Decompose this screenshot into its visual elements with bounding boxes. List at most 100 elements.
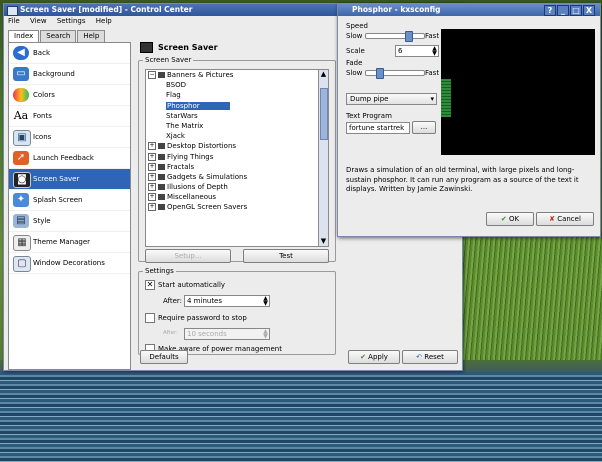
combo-arrow-icon: ▾ xyxy=(430,95,434,103)
scale-spinbox[interactable]: 6 ▲ ▼ xyxy=(395,45,439,57)
tree-category[interactable]: + Miscellaneous xyxy=(146,192,328,202)
dialog-title: Phosphor - kxsconfig xyxy=(352,5,441,14)
tree-item-label: Flag xyxy=(166,91,181,100)
dialog-titlebar[interactable]: Phosphor - kxsconfig ? _ □ X xyxy=(338,4,600,16)
after-spinbox[interactable]: 4 minutes ▲ ▼ xyxy=(184,295,270,307)
sidebar-item-splash-screen[interactable]: ✦ Splash Screen xyxy=(9,190,130,211)
mode-value: Dump pipe xyxy=(350,95,389,103)
defaults-button[interactable]: Defaults xyxy=(140,350,188,364)
text-program-input[interactable]: fortune startrek xyxy=(346,122,410,134)
tree-expander-icon[interactable]: − xyxy=(148,71,156,79)
tree-item[interactable]: StarWars xyxy=(146,111,328,121)
tree-item[interactable]: Phosphor xyxy=(146,101,328,111)
scroll-up-icon[interactable]: ▲ xyxy=(319,70,328,79)
scroll-down-icon[interactable]: ▼ xyxy=(319,237,328,246)
tree-item[interactable]: Flag xyxy=(146,90,328,100)
sidebar-item-label: Launch Feedback xyxy=(33,154,94,162)
tree-item[interactable]: The Matrix xyxy=(146,121,328,131)
after2-spinbox[interactable]: 10 seconds ▲ ▼ xyxy=(184,328,270,340)
speed-slider[interactable] xyxy=(365,31,425,42)
settings-group-label: Settings xyxy=(143,267,176,275)
saver-tree[interactable]: − Banners & Pictures BSOD Flag Phosphor StarW… xyxy=(145,69,329,247)
tab-help[interactable]: Help xyxy=(77,30,106,42)
tree-expander-icon[interactable]: + xyxy=(148,172,156,181)
tree-item-label: OpenGL Screen Savers xyxy=(167,203,248,212)
tree-category[interactable]: + OpenGL Screen Savers xyxy=(146,202,328,212)
tab-search[interactable]: Search xyxy=(40,30,77,42)
sidebar-item-theme-manager[interactable]: ▦ Theme Manager xyxy=(9,232,130,253)
tree-expander-icon[interactable]: + xyxy=(148,152,156,161)
fade-slider-knob[interactable] xyxy=(376,68,384,79)
tree-category[interactable]: + Flying Things xyxy=(146,152,328,162)
menu-help[interactable]: Help xyxy=(96,17,112,25)
sidebar-item-style[interactable]: ▤ Style xyxy=(9,211,130,232)
tree-item[interactable]: Xjack xyxy=(146,131,328,141)
tab-index[interactable]: Index xyxy=(8,30,40,42)
speed-slow-label: Slow xyxy=(346,32,363,40)
sidebar-item-colors[interactable]: Colors xyxy=(9,85,130,106)
menu-settings[interactable]: Settings xyxy=(57,17,86,25)
start-automatically-checkbox[interactable]: ✕ xyxy=(145,280,155,290)
tree-expander-icon[interactable]: + xyxy=(148,162,156,171)
screensaver-preview xyxy=(441,29,595,155)
apply-button[interactable]: ✔ Apply xyxy=(348,350,400,364)
minimize-button[interactable]: _ xyxy=(557,5,569,16)
ok-button[interactable]: ✔ OK xyxy=(486,212,534,226)
sidebar-item-fonts[interactable]: Aa Fonts xyxy=(9,106,130,127)
scroll-thumb[interactable] xyxy=(320,88,328,140)
maximize-button[interactable]: □ xyxy=(570,5,582,16)
menu-view[interactable]: View xyxy=(30,17,47,25)
reset-button[interactable]: ↶ Reset xyxy=(402,350,458,364)
tree-category[interactable]: + Illusions of Depth xyxy=(146,182,328,192)
spin-arrows-icon[interactable]: ▲ ▼ xyxy=(262,329,269,340)
mode-combo[interactable]: Dump pipe ▾ xyxy=(346,93,437,105)
folder-icon xyxy=(158,153,165,160)
speed-fast-label: Fast xyxy=(425,32,440,40)
sidebar-item-window-decorations[interactable]: ▢ Window Decorations xyxy=(9,253,130,274)
require-password-checkbox[interactable] xyxy=(145,313,155,323)
sidebar-item-label: Window Decorations xyxy=(33,259,105,267)
sidebar-item-label: Theme Manager xyxy=(33,238,91,246)
spin-arrows-icon[interactable]: ▲ ▼ xyxy=(431,46,438,57)
sidebar-item-launch-feedback[interactable]: ➚ Launch Feedback xyxy=(9,148,130,169)
after-value: 4 minutes xyxy=(187,297,223,305)
tree-item-label: Flying Things xyxy=(167,152,214,161)
cancel-button[interactable]: ✘ Cancel xyxy=(536,212,594,226)
help-title-button[interactable]: ? xyxy=(544,5,556,16)
tree-category[interactable]: − Banners & Pictures xyxy=(146,70,328,80)
tree-scrollbar[interactable]: ▲ ▼ xyxy=(318,70,328,246)
sidebar-item-screen-saver[interactable]: ◙ Screen Saver xyxy=(9,169,130,190)
setup-button[interactable]: Setup... xyxy=(145,249,231,263)
tree-item[interactable]: BSOD xyxy=(146,80,328,90)
cancel-label: Cancel xyxy=(557,215,581,223)
tree-category[interactable]: + Gadgets & Simulations xyxy=(146,172,328,182)
reset-label: Reset xyxy=(424,353,444,361)
sidebar-item-back[interactable]: ◀ Back xyxy=(9,43,130,64)
tree-expander-icon[interactable]: + xyxy=(148,142,156,151)
tree-item-label: StarWars xyxy=(166,111,198,120)
sidebar-item-label: Back xyxy=(33,49,50,57)
fade-slider[interactable] xyxy=(365,68,425,79)
desktop-grass xyxy=(452,230,602,370)
speed-slider-knob[interactable] xyxy=(405,31,413,42)
colors-icon xyxy=(13,88,29,102)
page-title: Screen Saver xyxy=(140,42,218,53)
tree-expander-icon[interactable]: + xyxy=(148,183,156,192)
tree-expander-icon[interactable]: + xyxy=(148,203,156,212)
sidebar-item-icons[interactable]: ▣ Icons xyxy=(9,127,130,148)
sidebar-item-background[interactable]: ▭ Background xyxy=(9,64,130,85)
screen-saver-header-icon xyxy=(140,42,153,53)
close-button[interactable]: X xyxy=(583,5,595,16)
tree-expander-icon[interactable]: + xyxy=(148,193,156,202)
spin-arrows-icon[interactable]: ▲ ▼ xyxy=(262,296,269,307)
phosphor-config-dialog: Phosphor - kxsconfig ? _ □ X Speed Slow … xyxy=(337,3,601,237)
tree-category[interactable]: + Desktop Distortions xyxy=(146,141,328,151)
browse-button[interactable]: ... xyxy=(412,121,436,134)
folder-icon xyxy=(158,143,165,150)
ok-check-icon: ✔ xyxy=(500,215,509,223)
menu-file[interactable]: File xyxy=(8,17,20,25)
tree-category[interactable]: + Fractals xyxy=(146,162,328,172)
sidebar-item-label: Fonts xyxy=(33,112,52,120)
settings-group: Settings ✕ Start automatically After: 4 … xyxy=(138,267,336,355)
test-button[interactable]: Test xyxy=(243,249,329,263)
